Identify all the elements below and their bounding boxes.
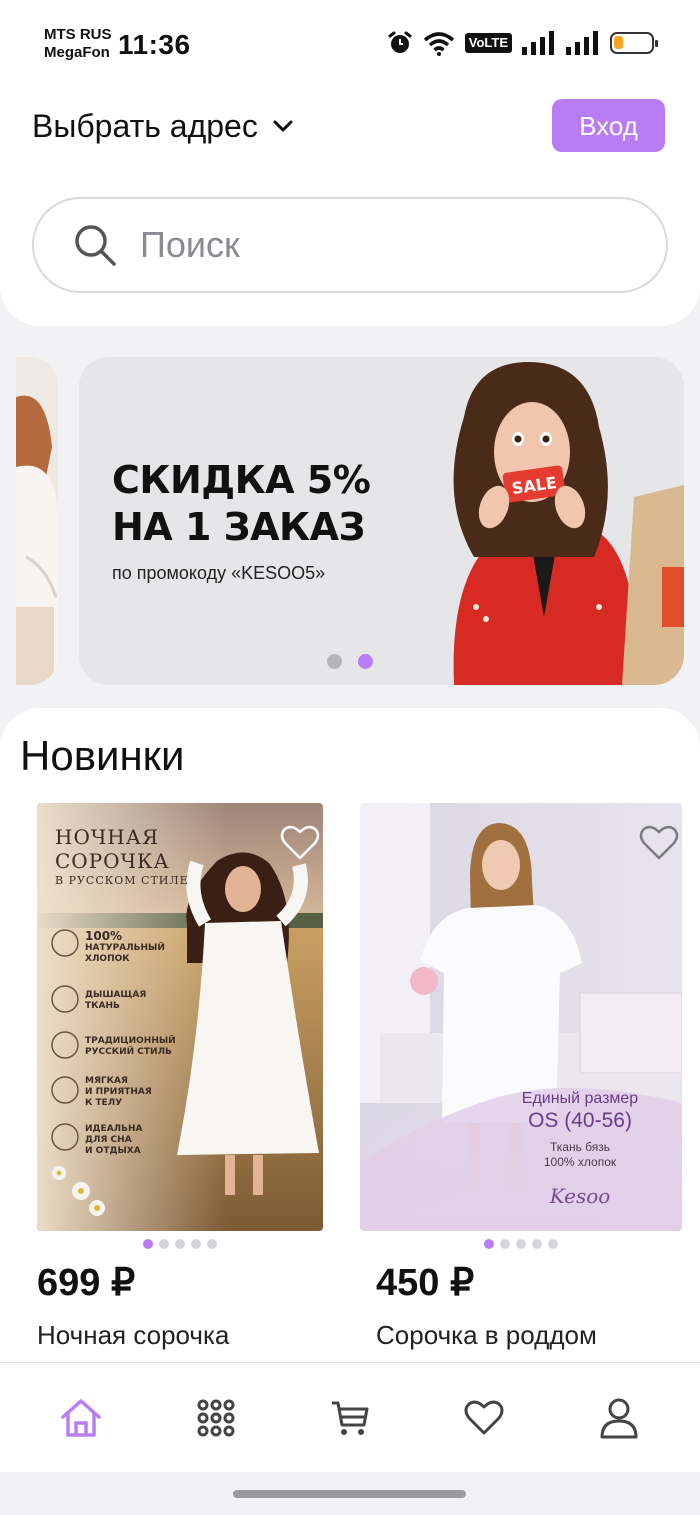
image-dot xyxy=(500,1239,510,1249)
status-bar: MTS RUS MegaFon 11:36 VoLTE xyxy=(0,0,700,86)
product-price: 450 ₽ xyxy=(376,1262,475,1304)
image-dot xyxy=(175,1239,185,1249)
favorites-icon xyxy=(464,1400,504,1434)
size-value: OS (40-56) xyxy=(528,1109,632,1132)
image-dot xyxy=(532,1239,542,1249)
heart-icon xyxy=(280,825,320,860)
fabric-line-2: 100% хлопок xyxy=(544,1155,617,1169)
battery-icon xyxy=(610,32,658,54)
banner-title-line1: СКИДКА 5% xyxy=(112,458,371,502)
nav-cart[interactable] xyxy=(310,1378,390,1458)
product-image[interactable]: Единый размер OS (40-56) Ткань бязь 100%… xyxy=(360,803,682,1231)
section-title: Новинки xyxy=(20,732,185,779)
product-image[interactable]: НОЧНАЯ СОРОЧКА В РУССКОМ СТИЛЕ 100% НАТУ… xyxy=(37,803,323,1231)
banner-dot-active[interactable] xyxy=(358,654,373,669)
feature-2-b: ТКАНЬ xyxy=(85,1001,120,1011)
nav-catalog[interactable] xyxy=(176,1378,256,1458)
address-selector[interactable]: Выбрать адрес xyxy=(32,106,294,146)
banner-pagination xyxy=(327,654,373,669)
size-line: Единый размер xyxy=(522,1090,639,1107)
image-feature-5: ИДЕАЛЬНА ДЛЯ СНА И ОТДЫХА xyxy=(85,1124,143,1157)
feature-5-c: И ОТДЫХА xyxy=(85,1146,141,1156)
signal-icon xyxy=(522,31,554,55)
chevron-down-icon xyxy=(273,120,293,132)
image-heading: НОЧНАЯ СОРОЧКА В РУССКОМ СТИЛЕ xyxy=(55,825,189,889)
feature-1-c: ХЛОПОК xyxy=(85,954,130,964)
image-dot-active xyxy=(484,1239,494,1249)
cart-icon xyxy=(331,1401,369,1435)
product-photo: Единый размер OS (40-56) Ткань бязь 100%… xyxy=(360,803,682,1231)
image-pagination xyxy=(37,1239,323,1249)
image-pagination xyxy=(360,1239,682,1249)
banner-previous-image xyxy=(16,357,58,685)
banner-title-line2: НА 1 ЗАКАЗ xyxy=(112,505,365,549)
signal-icon-2 xyxy=(566,31,598,55)
image-dot xyxy=(207,1239,217,1249)
favorite-button[interactable] xyxy=(637,821,681,865)
feature-5-b: ДЛЯ СНА xyxy=(85,1135,132,1145)
image-dot xyxy=(516,1239,526,1249)
header: Выбрать адрес Вход xyxy=(0,86,700,326)
feature-3-a: ТРАДИЦИОННЫЙ xyxy=(85,1036,176,1046)
nav-profile[interactable] xyxy=(579,1378,659,1458)
image-heading-2: СОРОЧКА xyxy=(55,849,170,873)
image-feature-1: 100% НАТУРАЛЬНЫЙ ХЛОПОК xyxy=(85,929,165,965)
heart-icon xyxy=(639,825,679,860)
feature-4-a: МЯГКАЯ xyxy=(85,1076,128,1086)
status-icons: VoLTE xyxy=(387,30,658,56)
feature-4-b: И ПРИЯТНАЯ xyxy=(85,1087,152,1097)
image-heading-3: В РУССКОМ СТИЛЕ xyxy=(55,874,189,887)
product-card[interactable]: Единый размер OS (40-56) Ткань бязь 100%… xyxy=(360,803,682,1351)
fabric-line-1: Ткань бязь xyxy=(550,1140,610,1154)
feature-3-b: РУССКИЙ СТИЛЬ xyxy=(85,1047,172,1057)
image-dot xyxy=(548,1239,558,1249)
wifi-icon xyxy=(423,32,454,56)
banner-title: СКИДКА 5% НА 1 ЗАКАЗ xyxy=(112,457,371,551)
search-bar[interactable] xyxy=(32,197,668,293)
favorite-button[interactable] xyxy=(278,821,322,865)
banner-dot[interactable] xyxy=(327,654,342,669)
product-card[interactable]: НОЧНАЯ СОРОЧКА В РУССКОМ СТИЛЕ 100% НАТУ… xyxy=(37,803,323,1351)
home-icon xyxy=(61,1398,101,1437)
image-feature-3: ТРАДИЦИОННЫЙ РУССКИЙ СТИЛЬ xyxy=(85,1036,176,1058)
clock: 11:36 xyxy=(118,29,191,60)
feature-5-a: ИДЕАЛЬНА xyxy=(85,1124,143,1134)
catalog-icon xyxy=(197,1399,235,1436)
alarm-icon xyxy=(388,31,412,53)
gesture-area xyxy=(0,1472,700,1515)
image-dot-active xyxy=(143,1239,153,1249)
search-icon xyxy=(75,225,116,266)
product-name: Сорочка в роддом xyxy=(376,1320,597,1350)
feature-1-b: НАТУРАЛЬНЫЙ xyxy=(85,943,165,953)
image-dot xyxy=(159,1239,169,1249)
banner-photo: SALE xyxy=(453,362,684,685)
nav-favorites[interactable] xyxy=(444,1378,524,1458)
promo-banner[interactable]: СКИДКА 5% НА 1 ЗАКАЗ по промокоду «KESOO… xyxy=(79,357,684,685)
image-dot xyxy=(191,1239,201,1249)
feature-1-a: 100% xyxy=(85,929,123,943)
image-feature-2: ДЫШАЩАЯ ТКАНЬ xyxy=(85,990,146,1012)
login-button[interactable]: Вход xyxy=(552,99,665,152)
product-name: Ночная сорочка xyxy=(37,1320,230,1350)
profile-icon xyxy=(600,1398,638,1438)
home-indicator[interactable] xyxy=(233,1490,466,1498)
feature-2-a: ДЫШАЩАЯ xyxy=(85,990,147,1000)
product-price: 699 ₽ xyxy=(37,1262,136,1304)
address-label: Выбрать адрес xyxy=(32,108,258,144)
feature-4-c: К ТЕЛУ xyxy=(85,1098,123,1108)
banner-subtitle: по промокоду «KESOO5» xyxy=(112,563,326,583)
banner-previous[interactable] xyxy=(16,357,58,685)
bottom-navigation xyxy=(0,1362,700,1472)
carrier-2: MegaFon xyxy=(44,44,110,61)
carrier-names: MTS RUS MegaFon xyxy=(44,26,112,62)
carrier-1: MTS RUS xyxy=(44,26,112,43)
image-feature-4: МЯГКАЯ И ПРИЯТНАЯ К ТЕЛУ xyxy=(85,1076,152,1109)
image-heading-1: НОЧНАЯ xyxy=(55,825,160,849)
volte-badge: VoLTE xyxy=(464,33,512,53)
search-input[interactable] xyxy=(140,225,560,265)
battery-level xyxy=(614,36,623,49)
nav-home[interactable] xyxy=(41,1378,121,1458)
brand-logo: Kesoo xyxy=(549,1184,611,1208)
